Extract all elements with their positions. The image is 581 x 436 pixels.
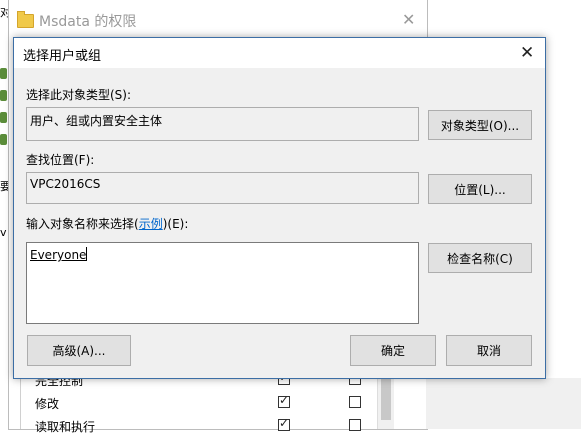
folder-icon [17, 11, 34, 28]
object-names-input[interactable]: Everyone [26, 242, 419, 324]
close-icon[interactable]: ✕ [520, 43, 534, 63]
deny-checkbox[interactable] [349, 419, 361, 431]
names-label-prefix: 输入对象名称来选择( [26, 217, 139, 231]
location-label: 查找位置(F): [26, 153, 95, 167]
dialog-titlebar: 选择用户或组 ✕ [14, 38, 545, 68]
object-types-value: 用户、组或内置安全主体 [30, 114, 163, 128]
permissions-window-title: Msdata 的权限 [39, 14, 137, 30]
location-button[interactable]: 位置(L)... [428, 174, 532, 204]
deny-checkbox[interactable] [349, 396, 361, 408]
object-types-label: 选择此对象类型(S): [26, 88, 132, 102]
names-label: 输入对象名称来选择(示例)(E): [26, 215, 188, 232]
allow-checkbox[interactable] [278, 393, 290, 408]
close-icon[interactable]: ✕ [402, 10, 415, 29]
user-icon [0, 112, 7, 123]
examples-link[interactable]: 示例 [139, 217, 163, 231]
text-caret [86, 247, 88, 261]
cancel-button[interactable]: 取消 [446, 335, 532, 366]
permission-label: 读取和执行 [35, 420, 96, 434]
permission-label: 修改 [35, 397, 60, 411]
edge-char: v [0, 226, 7, 239]
ok-button[interactable]: 确定 [350, 335, 436, 366]
permissions-window-titlebar: Msdata 的权限 ✕ [9, 0, 427, 40]
check-names-button[interactable]: 检查名称(C) [428, 243, 532, 273]
advanced-button[interactable]: 高级(A)... [27, 335, 131, 366]
permission-row: 读取和执行 [31, 416, 391, 436]
object-types-field: 用户、组或内置安全主体 [26, 107, 419, 141]
user-icon [0, 68, 7, 79]
background-panel [426, 378, 581, 429]
user-icon [0, 134, 7, 145]
object-names-value: Everyone [30, 248, 87, 262]
dialog-title: 选择用户或组 [23, 49, 102, 64]
user-icon [0, 90, 7, 101]
object-types-button[interactable]: 对象类型(O)... [428, 110, 532, 140]
allow-checkbox[interactable] [278, 416, 290, 431]
names-label-suffix: )(E): [162, 217, 189, 231]
select-users-dialog: 选择用户或组 ✕ 选择此对象类型(S): 用户、组或内置安全主体 对象类型(O)… [13, 37, 546, 379]
location-value: VPC2016CS [30, 177, 101, 191]
permission-row: 修改 [31, 393, 391, 413]
location-field: VPC2016CS [26, 172, 419, 204]
